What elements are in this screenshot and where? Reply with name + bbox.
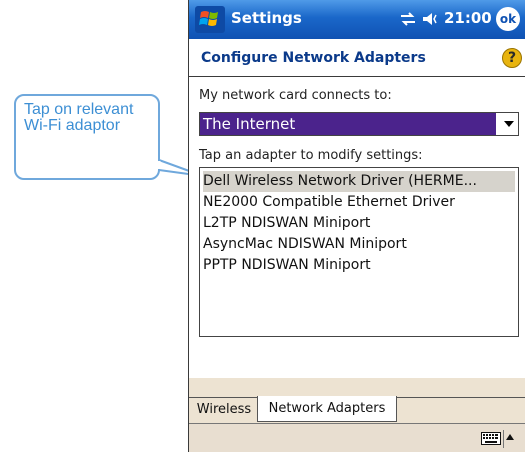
- chevron-up-icon[interactable]: [506, 434, 514, 440]
- adapter-list[interactable]: Dell Wireless Network Driver (HERME... N…: [199, 167, 519, 337]
- help-icon[interactable]: ?: [502, 48, 522, 68]
- header-divider: [189, 76, 525, 77]
- ok-button[interactable]: ok: [496, 7, 520, 31]
- adapter-item-l2tp[interactable]: L2TP NDISWAN Miniport: [203, 213, 515, 234]
- adapter-item-asyncmac[interactable]: AsyncMac NDISWAN Miniport: [203, 234, 515, 255]
- menu-separator: [503, 430, 504, 448]
- chevron-down-icon[interactable]: [504, 121, 514, 127]
- callout-text: Tap on relevant Wi-Fi adaptor: [24, 101, 134, 134]
- connectivity-icon[interactable]: [399, 11, 417, 27]
- title-bar: Settings 21:00 ok: [189, 0, 525, 39]
- network-card-label: My network card connects to:: [199, 88, 392, 103]
- page-title: Configure Network Adapters: [201, 50, 426, 66]
- callout-box: Tap on relevant Wi-Fi adaptor: [14, 94, 160, 180]
- device-screen: Settings 21:00 ok Configure Network Adap…: [188, 0, 525, 452]
- menu-bar: [189, 423, 525, 452]
- window-title: Settings: [231, 9, 302, 27]
- dropdown-selected-value[interactable]: The Internet: [200, 113, 496, 135]
- speaker-icon[interactable]: [421, 11, 443, 27]
- keyboard-icon[interactable]: [481, 432, 501, 445]
- network-card-dropdown[interactable]: The Internet: [199, 112, 519, 136]
- adapter-item-dell-wireless[interactable]: Dell Wireless Network Driver (HERME...: [203, 171, 515, 192]
- adapter-item-pptp[interactable]: PPTP NDISWAN Miniport: [203, 255, 515, 276]
- tab-wireless[interactable]: Wireless: [193, 397, 255, 422]
- windows-flag-icon[interactable]: [195, 6, 225, 33]
- adapter-item-ne2000[interactable]: NE2000 Compatible Ethernet Driver: [203, 192, 515, 213]
- clock-time[interactable]: 21:00: [444, 9, 492, 27]
- adapter-list-label: Tap an adapter to modify settings:: [199, 148, 423, 163]
- tab-network-adapters[interactable]: Network Adapters: [257, 396, 397, 422]
